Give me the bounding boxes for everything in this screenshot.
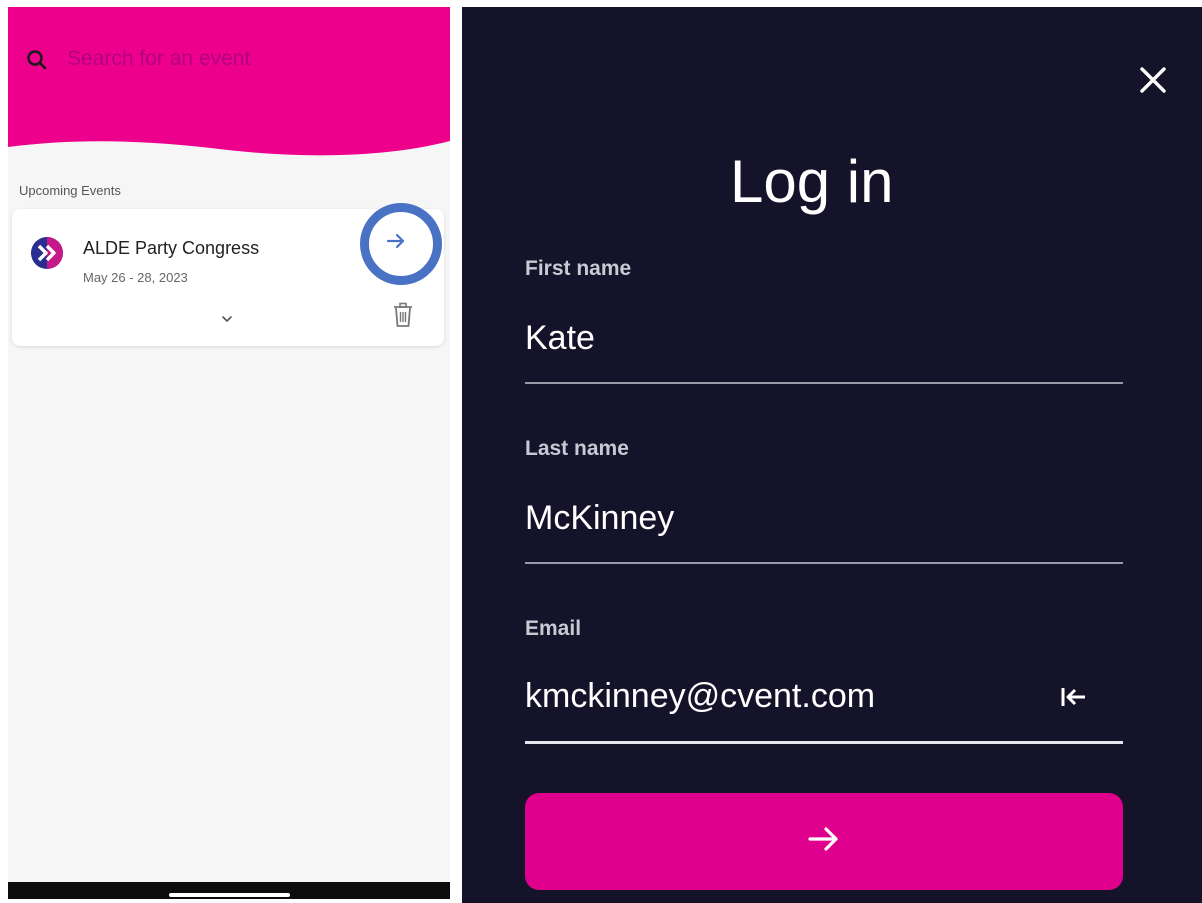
page-title: Log in bbox=[730, 148, 894, 215]
section-label-upcoming: Upcoming Events bbox=[19, 183, 121, 198]
login-screen: Log in First name Kate Last name McKinne… bbox=[462, 7, 1202, 903]
email-underline bbox=[525, 741, 1123, 744]
first-name-label: First name bbox=[525, 257, 632, 280]
search-header: Search for an event bbox=[8, 7, 450, 172]
arrow-right-icon bbox=[806, 823, 842, 860]
email-label: Email bbox=[525, 617, 582, 640]
first-name-field[interactable]: Kate bbox=[525, 319, 595, 358]
header-wave bbox=[8, 7, 450, 156]
backspace-icon[interactable] bbox=[1058, 683, 1088, 711]
search-input[interactable]: Search for an event bbox=[67, 47, 250, 71]
submit-button[interactable] bbox=[525, 793, 1123, 890]
last-name-field[interactable]: McKinney bbox=[525, 499, 674, 538]
first-name-underline bbox=[525, 382, 1123, 384]
trash-icon[interactable] bbox=[392, 302, 414, 328]
open-event-button[interactable] bbox=[373, 220, 419, 266]
close-button[interactable] bbox=[1134, 63, 1172, 101]
home-indicator[interactable] bbox=[169, 893, 290, 897]
alde-logo bbox=[30, 236, 64, 270]
arrow-right-icon bbox=[385, 230, 407, 257]
close-icon bbox=[1138, 65, 1168, 100]
email-field[interactable]: kmckinney@cvent.com bbox=[525, 677, 875, 716]
chevron-down-icon[interactable] bbox=[220, 312, 234, 326]
event-list-screen: Search for an event Upcoming Events ALDE… bbox=[8, 7, 450, 899]
last-name-underline bbox=[525, 562, 1123, 564]
search-icon[interactable] bbox=[26, 49, 48, 71]
event-date: May 26 - 28, 2023 bbox=[83, 270, 188, 285]
event-title: ALDE Party Congress bbox=[83, 238, 260, 258]
last-name-label: Last name bbox=[525, 437, 629, 460]
